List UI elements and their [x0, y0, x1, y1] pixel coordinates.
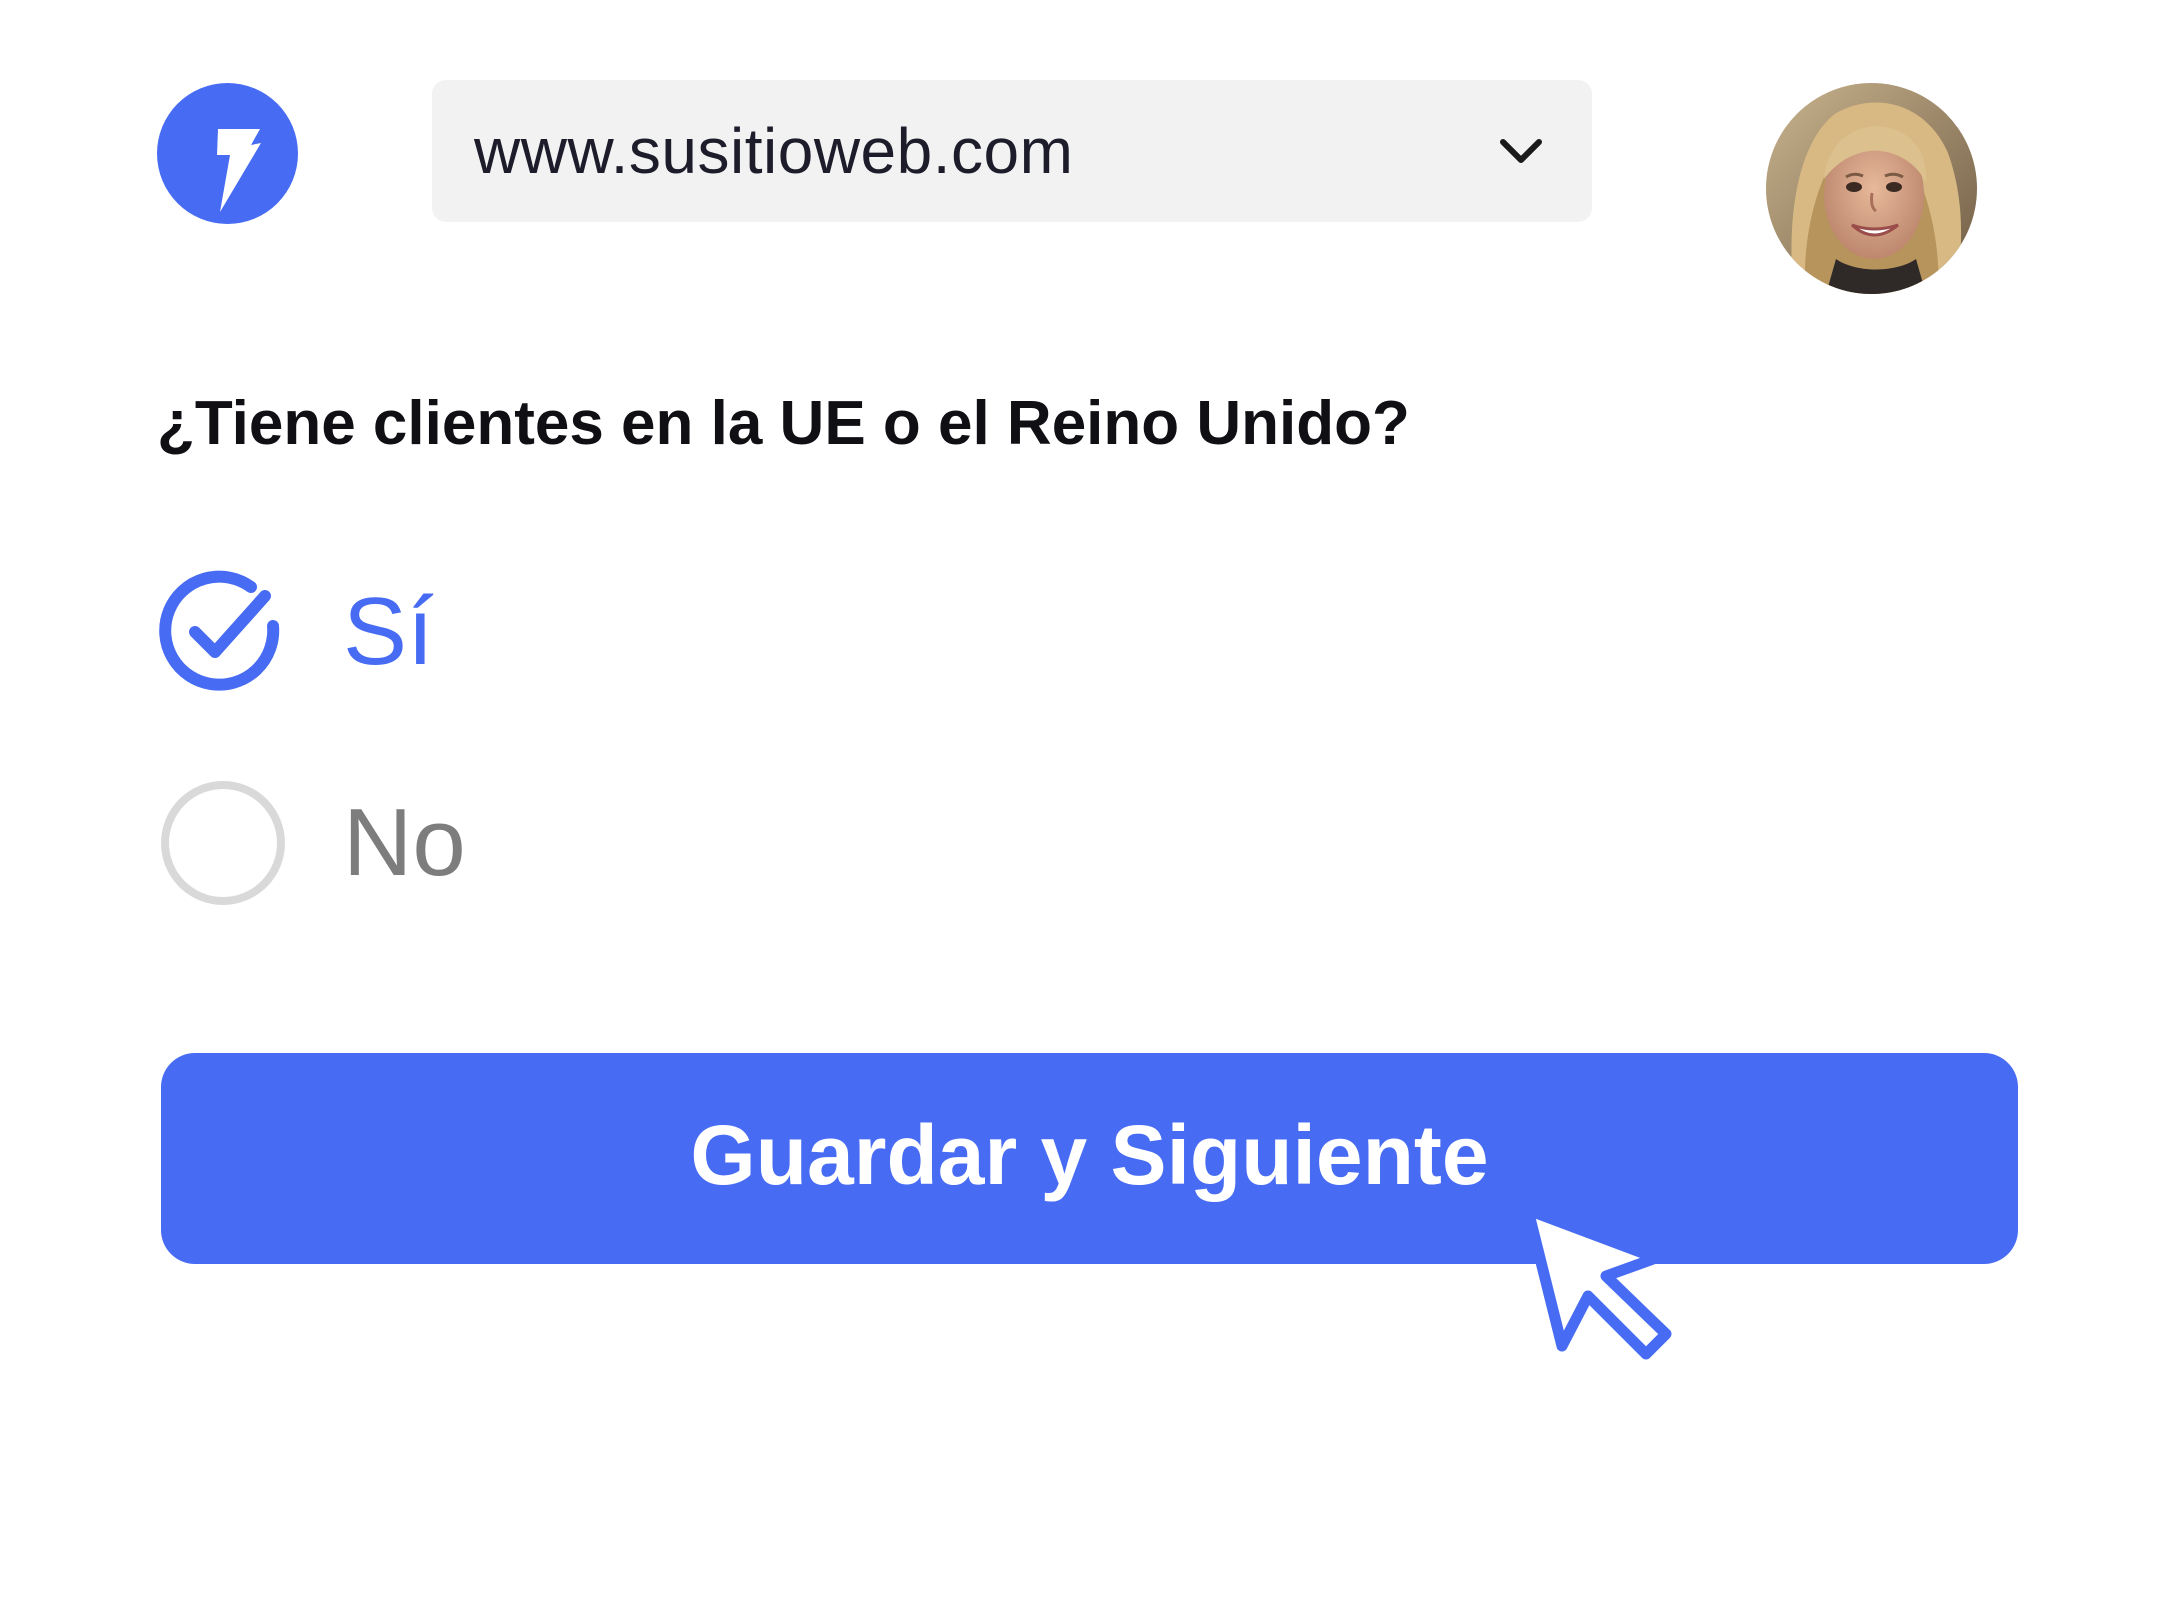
- option-yes[interactable]: Sí: [157, 566, 434, 698]
- empty-radio-circle-icon: [161, 781, 285, 905]
- avatar[interactable]: [1766, 83, 1977, 294]
- save-and-next-button[interactable]: Guardar y Siguiente: [161, 1053, 2018, 1264]
- logo[interactable]: [157, 83, 298, 224]
- save-and-next-label: Guardar y Siguiente: [690, 1108, 1489, 1202]
- question-heading: ¿Tiene clientes en la UE o el Reino Unid…: [157, 389, 1410, 458]
- site-selector-value: www.susitioweb.com: [474, 115, 1074, 187]
- check-circle-icon: [159, 570, 280, 691]
- site-selector[interactable]: www.susitioweb.com: [432, 80, 1592, 222]
- chevron-down-icon: [1500, 139, 1542, 163]
- lightning-bolt-icon: [217, 129, 261, 212]
- option-no[interactable]: No: [157, 777, 466, 909]
- option-yes-label: Sí: [343, 578, 434, 685]
- user-avatar-image: [1766, 83, 1977, 294]
- option-no-label: No: [343, 789, 466, 896]
